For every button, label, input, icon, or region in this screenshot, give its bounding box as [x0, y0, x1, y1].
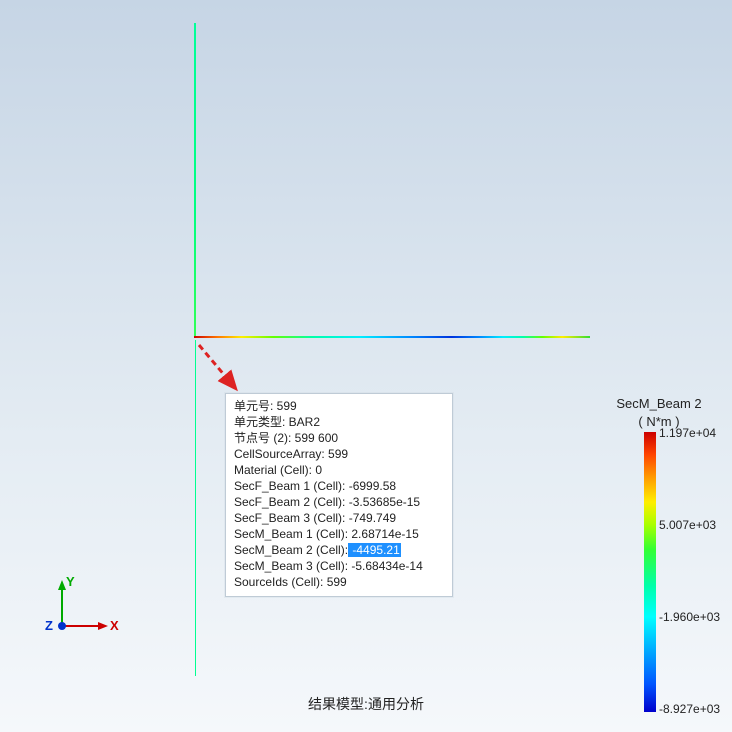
info-row: SecF_Beam 2 (Cell): -3.53685e-15 — [234, 494, 444, 510]
info-value: 599 — [323, 575, 346, 589]
beam-vertical-top — [194, 23, 196, 337]
info-row: Material (Cell): 0 — [234, 462, 444, 478]
info-label: 节点号 (2): — [234, 431, 291, 445]
beam-horizontal — [194, 336, 590, 338]
legend-title-line1: SecM_Beam 2 — [604, 396, 714, 412]
info-label: SecM_Beam 2 (Cell): — [234, 543, 348, 557]
info-row: SecM_Beam 1 (Cell): 2.68714e-15 — [234, 526, 444, 542]
info-value: 599 — [273, 399, 296, 413]
info-label: CellSourceArray: — [234, 447, 325, 461]
info-value: -749.749 — [345, 511, 396, 525]
legend-tick: 5.007e+03 — [659, 518, 716, 532]
info-row: SecF_Beam 3 (Cell): -749.749 — [234, 510, 444, 526]
info-label: 单元号: — [234, 399, 273, 413]
info-row: CellSourceArray: 599 — [234, 446, 444, 462]
axis-y-label: Y — [66, 574, 75, 589]
info-value: -6999.58 — [345, 479, 396, 493]
info-value: 599 600 — [291, 431, 338, 445]
info-value: 599 — [325, 447, 348, 461]
model-caption: 结果模型:通用分析 — [308, 694, 424, 714]
info-label: SecF_Beam 2 (Cell): — [234, 495, 345, 509]
cell-info-tooltip: 单元号: 599 单元类型: BAR2 节点号 (2): 599 600 Cel… — [225, 393, 453, 597]
legend-tick: 1.197e+04 — [659, 426, 716, 440]
info-value: 0 — [312, 463, 322, 477]
info-value: -3.53685e-15 — [345, 495, 420, 509]
info-label: SecM_Beam 3 (Cell): — [234, 559, 348, 573]
info-label: Material (Cell): — [234, 463, 312, 477]
info-value: -5.68434e-14 — [348, 559, 423, 573]
axis-z-label: Z — [45, 618, 53, 633]
legend-colorbar — [644, 432, 656, 712]
info-row: 单元号: 599 — [234, 398, 444, 414]
info-label: SecM_Beam 1 (Cell): — [234, 527, 348, 541]
info-row: 节点号 (2): 599 600 — [234, 430, 444, 446]
info-value: BAR2 — [285, 415, 320, 429]
legend-tick: -8.927e+03 — [659, 702, 720, 716]
legend-tick: -1.960e+03 — [659, 610, 720, 624]
info-label: SecF_Beam 3 (Cell): — [234, 511, 345, 525]
viewport-3d[interactable]: 单元号: 599 单元类型: BAR2 节点号 (2): 599 600 Cel… — [0, 0, 732, 732]
color-legend[interactable]: SecM_Beam 2 ( N*m ) 1.197e+04 5.007e+03 … — [604, 396, 714, 712]
info-row: 单元类型: BAR2 — [234, 414, 444, 430]
info-row: SecM_Beam 3 (Cell): -5.68434e-14 — [234, 558, 444, 574]
info-row: SecF_Beam 1 (Cell): -6999.58 — [234, 478, 444, 494]
info-row: SecM_Beam 2 (Cell): -4495.21 — [234, 542, 444, 558]
info-label: SourceIds (Cell): — [234, 575, 323, 589]
info-value-highlighted: -4495.21 — [348, 543, 401, 557]
info-value: 2.68714e-15 — [348, 527, 419, 541]
axis-x-label: X — [110, 618, 119, 633]
axis-triad[interactable]: Y X Z — [42, 578, 122, 658]
info-label: 单元类型: — [234, 415, 285, 429]
info-label: SecF_Beam 1 (Cell): — [234, 479, 345, 493]
info-row: SourceIds (Cell): 599 — [234, 574, 444, 590]
